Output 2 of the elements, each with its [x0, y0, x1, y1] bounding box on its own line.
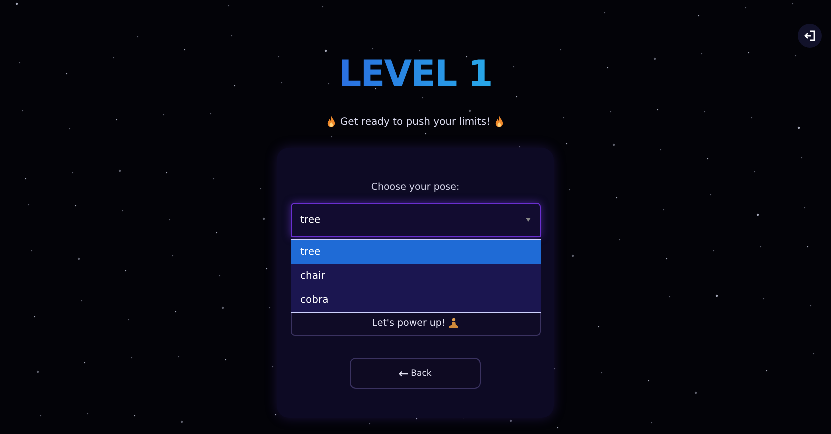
- tagline: Get ready to push your limits!: [340, 116, 491, 128]
- pose-prompt: Choose your pose:: [371, 182, 460, 193]
